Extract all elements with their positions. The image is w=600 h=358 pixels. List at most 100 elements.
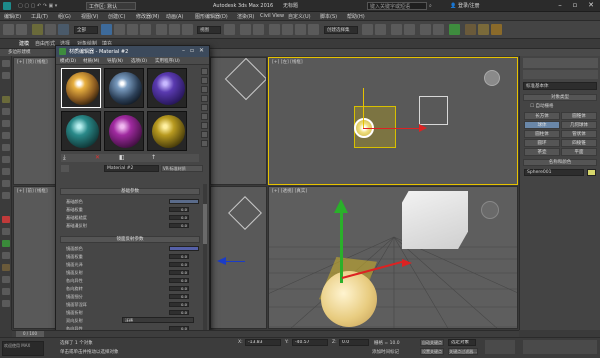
viewport-navigation-controls[interactable] (523, 340, 597, 354)
selected-dropdown[interactable]: 选定对象 (448, 339, 476, 346)
cylinder-button[interactable]: 圆柱体 (524, 130, 560, 138)
create-systems-icon[interactable] (2, 264, 10, 271)
sample-slot-5[interactable] (104, 111, 144, 151)
param-spinner[interactable]: 0.0 (169, 254, 189, 259)
sample-slot-2[interactable] (104, 68, 144, 108)
specular-color-swatch[interactable] (169, 246, 199, 251)
box-button[interactable]: 长方体 (524, 112, 560, 120)
select-by-name-icon[interactable] (114, 24, 125, 35)
sample-slot-1[interactable] (61, 68, 101, 108)
primitive-type-dropdown[interactable]: 标准基本体 (523, 82, 597, 90)
param-spinner[interactable]: 0.0 (169, 294, 189, 299)
options-icon[interactable] (201, 122, 208, 129)
unlink-icon[interactable] (45, 24, 56, 35)
curve-editor-icon[interactable] (420, 24, 431, 35)
menu-maxscript[interactable]: 脚本(S) (320, 13, 337, 20)
tube-button[interactable]: 管状体 (561, 130, 597, 138)
sample-slot-6[interactable] (147, 111, 187, 151)
menu-modifiers[interactable]: 修改器(M) (136, 13, 159, 20)
pick-material-icon[interactable] (61, 165, 69, 172)
viewcube-icon[interactable] (481, 201, 499, 219)
maximize-icon[interactable]: ▫ (190, 47, 194, 54)
select-object-icon[interactable] (101, 24, 112, 35)
rectangular-selection-icon[interactable] (127, 24, 138, 35)
percent-snap-icon[interactable] (295, 24, 306, 35)
undo-icon[interactable] (3, 24, 14, 35)
param-spinner[interactable]: 0.0 (169, 278, 189, 283)
category-icons[interactable] (523, 70, 598, 79)
backlight-icon[interactable] (201, 77, 208, 84)
object-type-rollout[interactable]: 对象类型 (523, 94, 597, 101)
material-editor-titlebar[interactable]: 材质编辑器 - Material #2 – ▫ ✕ (56, 46, 209, 57)
create-pyramid-icon[interactable] (2, 168, 10, 175)
viewcube-icon[interactable] (484, 70, 500, 86)
viewport-label[interactable]: [+] [顶] [线框] (17, 59, 48, 65)
spinner-snap-icon[interactable] (308, 24, 319, 35)
create-light-icon[interactable] (2, 216, 10, 223)
render-setup-icon[interactable] (465, 24, 476, 35)
video-color-check-icon[interactable] (201, 104, 208, 111)
menu-tools[interactable]: 工具(T) (31, 13, 48, 20)
schematic-view-icon[interactable] (433, 24, 444, 35)
make-preview-icon[interactable] (201, 113, 208, 120)
keyboard-shortcut-icon[interactable] (253, 24, 264, 35)
x-coord-field[interactable]: -13.83 (245, 339, 281, 346)
quick-access-toolbar[interactable]: ▢ ▢ ▢ ↶ ↷ ▣ ▾ (18, 2, 78, 10)
sphere-button[interactable]: 球体 (524, 121, 560, 129)
sample-slot-4[interactable] (61, 111, 101, 151)
close-icon[interactable]: ✕ (199, 47, 204, 54)
go-to-parent-icon[interactable]: ↑ (151, 154, 156, 161)
param-spinner[interactable]: 0.0 (169, 286, 189, 291)
create-shapes-icon[interactable] (2, 276, 10, 283)
close-icon[interactable]: ✕ (584, 1, 598, 10)
select-by-material-icon[interactable] (201, 131, 208, 138)
create-plane-icon[interactable] (2, 180, 10, 187)
box-wireframe[interactable] (419, 96, 448, 125)
create-cylinder-icon[interactable] (2, 120, 10, 127)
brdf-dropdown[interactable]: 沃德 (122, 317, 194, 323)
param-spinner[interactable]: 0.0 (169, 302, 189, 307)
rendered-frame-icon[interactable] (478, 24, 489, 35)
base-color-swatch[interactable] (169, 199, 199, 204)
menu-navigation[interactable]: 导航(N) (107, 58, 123, 64)
viewport-bottom-mid[interactable] (210, 186, 267, 329)
menu-options[interactable]: 选项(O) (131, 58, 147, 64)
polygon-modeling-label[interactable]: 多边形建模 (8, 49, 31, 55)
set-key-button[interactable]: 设置关键点 (420, 348, 444, 355)
create-particles-icon[interactable] (2, 288, 10, 295)
menu-civil-view[interactable]: Civil View (260, 13, 284, 19)
create-cone-icon[interactable] (2, 144, 10, 151)
plane-button[interactable]: 平面 (561, 148, 597, 156)
show-in-viewport-icon[interactable]: ◧ (119, 154, 125, 161)
menu-customize[interactable]: 自定义(U) (288, 13, 311, 20)
viewport-perspective[interactable]: [+] [透视] [真实] (268, 186, 518, 329)
autogrid-checkbox[interactable]: ☐ 自动栅格 (530, 103, 553, 109)
menu-create[interactable]: 创建(C) (108, 13, 125, 20)
reset-map-icon[interactable]: ✕ (95, 154, 100, 161)
key-filters-button[interactable]: 关键点过滤器... (448, 348, 478, 355)
viewport-label[interactable]: [+] [前] [线框] (17, 188, 48, 194)
align-icon[interactable] (375, 24, 386, 35)
rotate-icon[interactable] (169, 24, 180, 35)
menu-edit[interactable]: 编辑(E) (4, 13, 21, 20)
redo-icon[interactable] (16, 24, 27, 35)
sample-slot-3[interactable] (147, 68, 187, 108)
param-spinner[interactable]: 0.0 (169, 215, 189, 220)
maxscript-listener[interactable]: 欢迎使用 MAX (2, 341, 44, 356)
time-slider[interactable]: 0 / 100 (12, 330, 519, 337)
geosphere-button[interactable]: 几何球体 (561, 121, 597, 129)
cone-button[interactable]: 圆锥体 (561, 112, 597, 120)
search-input[interactable]: 键入关键字或短语 (367, 2, 427, 10)
graphite-toggle-icon[interactable] (404, 24, 415, 35)
named-selection-sets-dropdown[interactable]: 创建选择集 (324, 26, 358, 34)
editor-scrollbar[interactable] (203, 184, 207, 350)
create-spacewarp-icon[interactable] (2, 252, 10, 259)
name-color-rollout[interactable]: 名称和颜色 (523, 159, 597, 166)
scene-explorer-icon[interactable] (2, 72, 10, 79)
material-navigator-icon[interactable] (201, 140, 208, 147)
menu-views[interactable]: 视图(V) (81, 13, 98, 20)
z-coord-field[interactable]: 0.0 (339, 339, 369, 346)
create-teapot-icon[interactable] (2, 192, 10, 199)
create-box-icon[interactable] (2, 96, 10, 103)
param-spinner[interactable]: 0.0 (169, 223, 189, 228)
